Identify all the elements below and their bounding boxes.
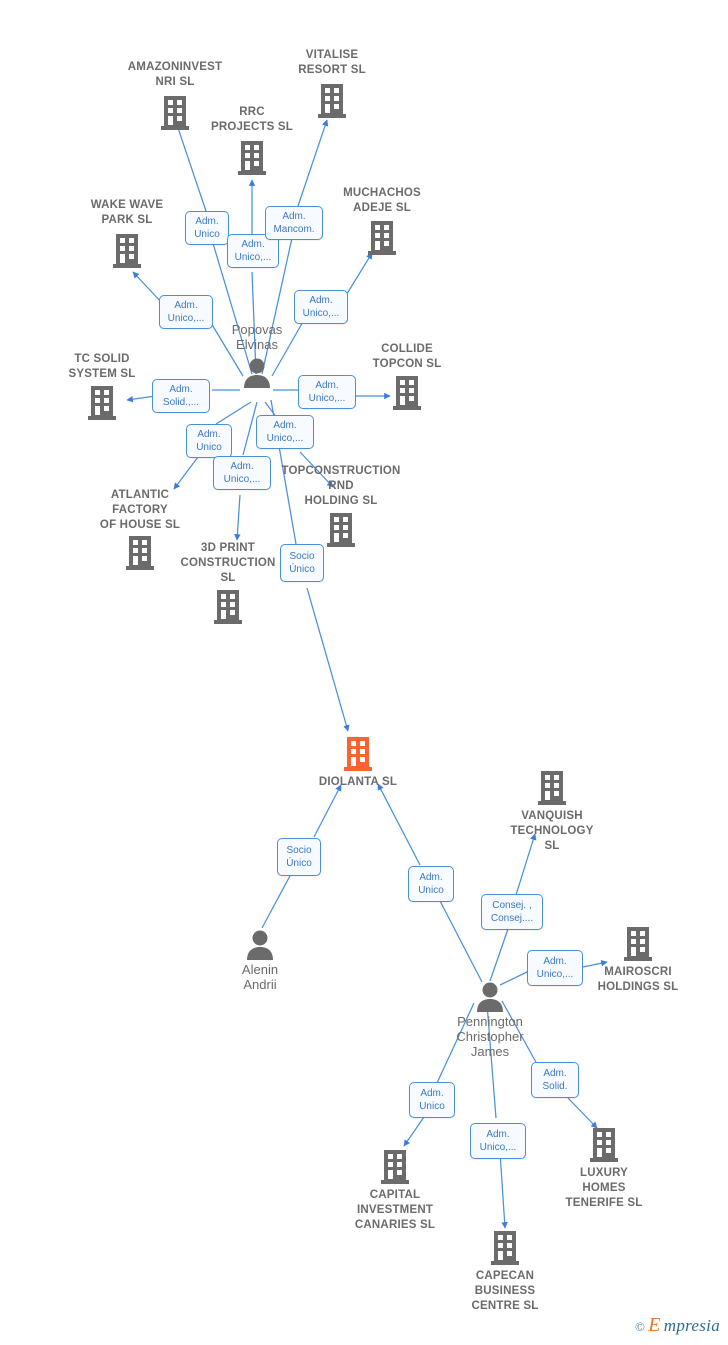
- building-icon: [624, 927, 652, 961]
- building-icon: [393, 376, 421, 410]
- edge-admsolid18-luxury: [567, 1097, 598, 1129]
- building-icon: [113, 234, 141, 268]
- relation-label-adm-unico-capecan[interactable]: Adm. Unico,...: [470, 1123, 526, 1159]
- person-icon: [247, 930, 273, 960]
- copyright-symbol: ©: [635, 1319, 646, 1334]
- relation-label-adm-unico-atlantic[interactable]: Adm. Unico: [186, 424, 232, 458]
- building-icon: [318, 84, 346, 118]
- building-icon: [161, 96, 189, 130]
- relation-label-adm-mancom-vitalise[interactable]: Adm. Mancom.: [265, 206, 323, 240]
- edge-pennington-admunico16: [436, 1002, 475, 1084]
- relation-label-adm-unico-topconstruction[interactable]: Adm. Unico,...: [256, 415, 314, 449]
- edge-admmancom-vitalise: [296, 119, 329, 210]
- relation-label-adm-unico-pennington-diolanta[interactable]: Adm. Unico: [408, 866, 454, 902]
- building-icon: [491, 1231, 519, 1265]
- edge-admunico13-diolanta: [377, 783, 421, 866]
- brand-initial: E: [648, 1314, 661, 1336]
- relation-label-adm-unico-wakewave[interactable]: Adm. Unico,...: [159, 295, 213, 329]
- edge-admunico4-wakewave: [132, 271, 163, 304]
- building-icon: [368, 221, 396, 255]
- building-icon: [327, 513, 355, 547]
- building-icon: [590, 1128, 618, 1162]
- relation-label-consej-vanquish[interactable]: Consej. , Consej....: [481, 894, 543, 930]
- relation-label-socio-unico-popovas-diolanta[interactable]: Socio Único: [280, 544, 324, 582]
- edge-sociounico2-diolanta: [313, 784, 342, 838]
- edge-popovas-admunico9: [242, 401, 258, 456]
- empresia-watermark: © Empresia: [635, 1314, 720, 1337]
- building-icon: [126, 536, 154, 570]
- edge-admunico16-capital: [403, 1116, 425, 1147]
- brand-name: mpresia: [663, 1316, 720, 1335]
- building-icon: [88, 386, 116, 420]
- edge-admunico17-capecan: [499, 1151, 508, 1229]
- edge-popovas-admunico5: [271, 319, 305, 377]
- edge-pennington-admunico17: [486, 1003, 497, 1119]
- building-icon: [238, 141, 266, 175]
- relation-label-adm-unico-3dprint[interactable]: Adm. Unico,...: [213, 456, 271, 490]
- building-icon: [538, 771, 566, 805]
- relation-label-adm-unico-amazoninvest[interactable]: Adm. Unico: [185, 211, 229, 245]
- person-icon: [477, 982, 503, 1012]
- edge-admunico5-muchachos: [344, 252, 373, 298]
- building-icon-focus: [344, 737, 372, 771]
- relation-label-adm-solid-tcsolid[interactable]: Adm. Solid.,...: [152, 379, 210, 413]
- edge-pennington-consej: [489, 928, 509, 982]
- relation-label-adm-unico-collide[interactable]: Adm. Unico,...: [298, 375, 356, 409]
- edge-sociounico-diolanta: [306, 587, 350, 732]
- edge-popovas-admunico8: [215, 401, 252, 425]
- edge-admunico9-3dprint: [234, 494, 241, 541]
- building-icon: [214, 590, 242, 624]
- edge-admunico10-topconstruction: [299, 451, 334, 488]
- edge-pennington-admunico13: [438, 898, 483, 983]
- edge-admunico1-amazoninvest: [174, 121, 208, 215]
- person-icon: [244, 358, 270, 388]
- relation-label-adm-unico-mairoscri[interactable]: Adm. Unico,...: [527, 950, 583, 986]
- relation-label-adm-unico-muchachos[interactable]: Adm. Unico,...: [294, 290, 348, 324]
- edge-pennington-admsolid18: [501, 1000, 538, 1065]
- relation-label-socio-unico-alenin-diolanta[interactable]: Socio Único: [277, 838, 321, 876]
- building-icon: [381, 1150, 409, 1184]
- relation-label-adm-solid-luxury[interactable]: Adm. Solid.: [531, 1062, 579, 1098]
- relation-label-adm-unico-capital[interactable]: Adm. Unico: [409, 1082, 455, 1118]
- edge-admunico15-mairoscri: [582, 960, 608, 968]
- edge-alenin-sociounico2: [261, 873, 292, 929]
- edge-admunico8-atlantic: [173, 456, 199, 490]
- edge-consej-vanquish: [515, 833, 537, 896]
